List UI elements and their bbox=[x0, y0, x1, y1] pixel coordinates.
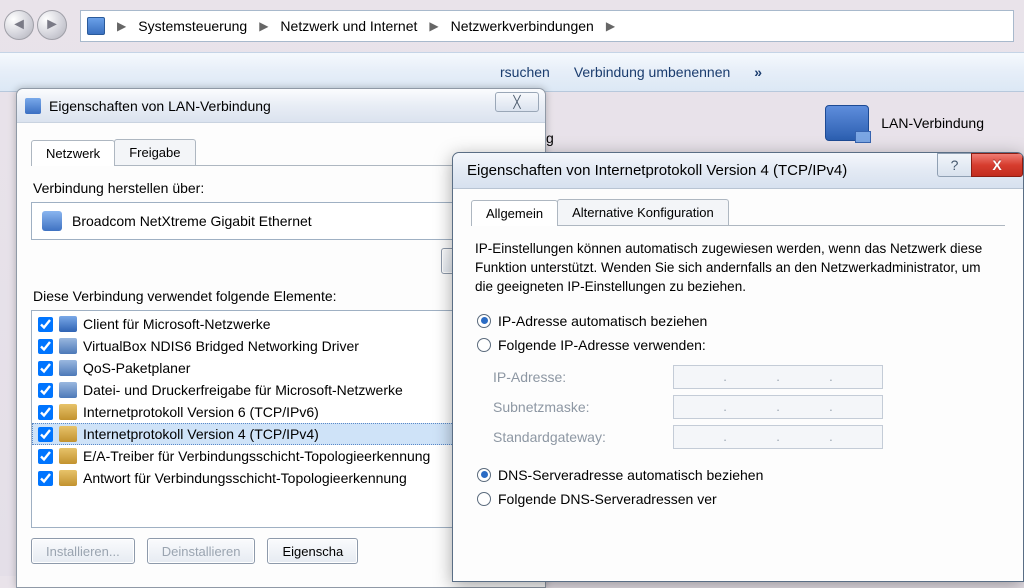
tab-network[interactable]: Netzwerk bbox=[31, 140, 115, 166]
radio-icon bbox=[477, 314, 491, 328]
chevron-right-icon: ▶ bbox=[253, 19, 274, 33]
description-text: IP-Einstellungen können automatisch zuge… bbox=[475, 240, 1001, 297]
subnet-mask-label: Subnetzmaske: bbox=[493, 399, 673, 415]
ip-address-label: IP-Adresse: bbox=[493, 369, 673, 385]
item-checkbox[interactable] bbox=[38, 339, 53, 354]
connection-label: LAN-Verbindung bbox=[881, 115, 984, 131]
tab-strip: Allgemein Alternative Konfiguration bbox=[471, 199, 1005, 226]
tab-alternate-config[interactable]: Alternative Konfiguration bbox=[557, 199, 729, 225]
breadcrumb-item[interactable]: Netzwerkverbindungen bbox=[447, 15, 598, 37]
item-checkbox[interactable] bbox=[38, 405, 53, 420]
nav-forward-button[interactable]: ► bbox=[37, 10, 67, 40]
service-icon bbox=[59, 338, 77, 354]
radio-ip-manual[interactable]: Folgende IP-Adresse verwenden: bbox=[471, 333, 1005, 357]
radio-ip-auto[interactable]: IP-Adresse automatisch beziehen bbox=[471, 309, 1005, 333]
item-checkbox[interactable] bbox=[38, 427, 53, 442]
client-icon bbox=[59, 316, 77, 332]
subnet-mask-input: ... bbox=[673, 395, 883, 419]
tab-label: Freigabe bbox=[129, 145, 180, 160]
close-button[interactable]: X bbox=[971, 153, 1023, 177]
item-label: Datei- und Druckerfreigabe für Microsoft… bbox=[83, 382, 403, 398]
install-button[interactable]: Installieren... bbox=[31, 538, 135, 564]
protocol-icon bbox=[59, 426, 77, 442]
nav-back-button[interactable]: ◄ bbox=[4, 10, 34, 40]
item-checkbox[interactable] bbox=[38, 317, 53, 332]
radio-label: DNS-Serveradresse automatisch beziehen bbox=[498, 467, 763, 483]
close-icon: X bbox=[992, 157, 1001, 173]
close-button[interactable]: ╳ bbox=[495, 92, 539, 112]
item-checkbox[interactable] bbox=[38, 471, 53, 486]
control-panel-icon bbox=[87, 17, 105, 35]
tab-label: Alternative Konfiguration bbox=[572, 205, 714, 220]
adapter-name: Broadcom NetXtreme Gigabit Ethernet bbox=[72, 213, 312, 229]
uninstall-button[interactable]: Deinstallieren bbox=[147, 538, 256, 564]
toolbar-rename-connection[interactable]: Verbindung umbenennen bbox=[574, 64, 730, 80]
protocol-icon bbox=[59, 404, 77, 420]
help-button[interactable]: ? bbox=[937, 153, 971, 177]
item-label: E/A-Treiber für Verbindungsschicht-Topol… bbox=[83, 448, 430, 464]
properties-button[interactable]: Eigenscha bbox=[267, 538, 358, 564]
close-icon: ╳ bbox=[513, 95, 520, 109]
service-icon bbox=[59, 382, 77, 398]
item-label: Internetprotokoll Version 6 (TCP/IPv6) bbox=[83, 404, 319, 420]
radio-label: Folgende DNS-Serveradressen ver bbox=[498, 491, 717, 507]
adapter-icon bbox=[42, 211, 62, 231]
radio-dns-manual[interactable]: Folgende DNS-Serveradressen ver bbox=[471, 487, 1005, 511]
breadcrumb-item[interactable]: Netzwerk und Internet bbox=[276, 15, 421, 37]
item-label: Antwort für Verbindungsschicht-Topologie… bbox=[83, 470, 407, 486]
ip-address-input: ... bbox=[673, 365, 883, 389]
button-label: Installieren... bbox=[46, 544, 120, 559]
tab-sharing[interactable]: Freigabe bbox=[114, 139, 195, 165]
breadcrumb-item[interactable]: Systemsteuerung bbox=[134, 15, 251, 37]
dialog-titlebar[interactable]: Eigenschaften von Internetprotokoll Vers… bbox=[453, 153, 1023, 189]
default-gateway-label: Standardgateway: bbox=[493, 429, 673, 445]
ipv4-properties-dialog: Eigenschaften von Internetprotokoll Vers… bbox=[452, 152, 1024, 582]
tab-general[interactable]: Allgemein bbox=[471, 200, 558, 226]
item-label: VirtualBox NDIS6 Bridged Networking Driv… bbox=[83, 338, 359, 354]
radio-icon bbox=[477, 338, 491, 352]
item-label: Internetprotokoll Version 4 (TCP/IPv4) bbox=[83, 426, 319, 442]
radio-icon bbox=[477, 468, 491, 482]
chevron-right-icon: ▶ bbox=[600, 19, 621, 33]
toolbar-item[interactable]: rsuchen bbox=[500, 64, 550, 80]
chevron-right-icon: ▶ bbox=[423, 19, 444, 33]
item-label: Client für Microsoft-Netzwerke bbox=[83, 316, 271, 332]
item-label: QoS-Paketplaner bbox=[83, 360, 190, 376]
button-label: Deinstallieren bbox=[162, 544, 241, 559]
protocol-icon bbox=[59, 448, 77, 464]
dialog-title: Eigenschaften von Internetprotokoll Vers… bbox=[467, 162, 847, 179]
item-checkbox[interactable] bbox=[38, 361, 53, 376]
breadcrumb[interactable]: ▶ Systemsteuerung ▶ Netzwerk und Interne… bbox=[80, 10, 1014, 42]
tab-label: Netzwerk bbox=[46, 146, 100, 161]
item-checkbox[interactable] bbox=[38, 449, 53, 464]
toolbar-overflow[interactable]: » bbox=[754, 64, 762, 80]
radio-label: IP-Adresse automatisch beziehen bbox=[498, 313, 707, 329]
service-icon bbox=[59, 360, 77, 376]
protocol-icon bbox=[59, 470, 77, 486]
chevron-right-icon: ▶ bbox=[111, 19, 132, 33]
radio-dns-auto[interactable]: DNS-Serveradresse automatisch beziehen bbox=[471, 463, 1005, 487]
network-adapter-icon bbox=[825, 105, 869, 141]
dialog-titlebar[interactable]: Eigenschaften von LAN-Verbindung ╳ bbox=[17, 89, 545, 123]
network-icon bbox=[25, 98, 41, 114]
item-checkbox[interactable] bbox=[38, 383, 53, 398]
tab-label: Allgemein bbox=[486, 206, 543, 221]
connection-item[interactable]: LAN-Verbindung bbox=[825, 105, 984, 141]
default-gateway-input: ... bbox=[673, 425, 883, 449]
radio-label: Folgende IP-Adresse verwenden: bbox=[498, 337, 706, 353]
help-icon: ? bbox=[951, 157, 959, 173]
radio-icon bbox=[477, 492, 491, 506]
dialog-title: Eigenschaften von LAN-Verbindung bbox=[49, 98, 271, 114]
button-label: Eigenscha bbox=[282, 544, 343, 559]
command-bar: rsuchen Verbindung umbenennen » bbox=[0, 52, 1024, 92]
